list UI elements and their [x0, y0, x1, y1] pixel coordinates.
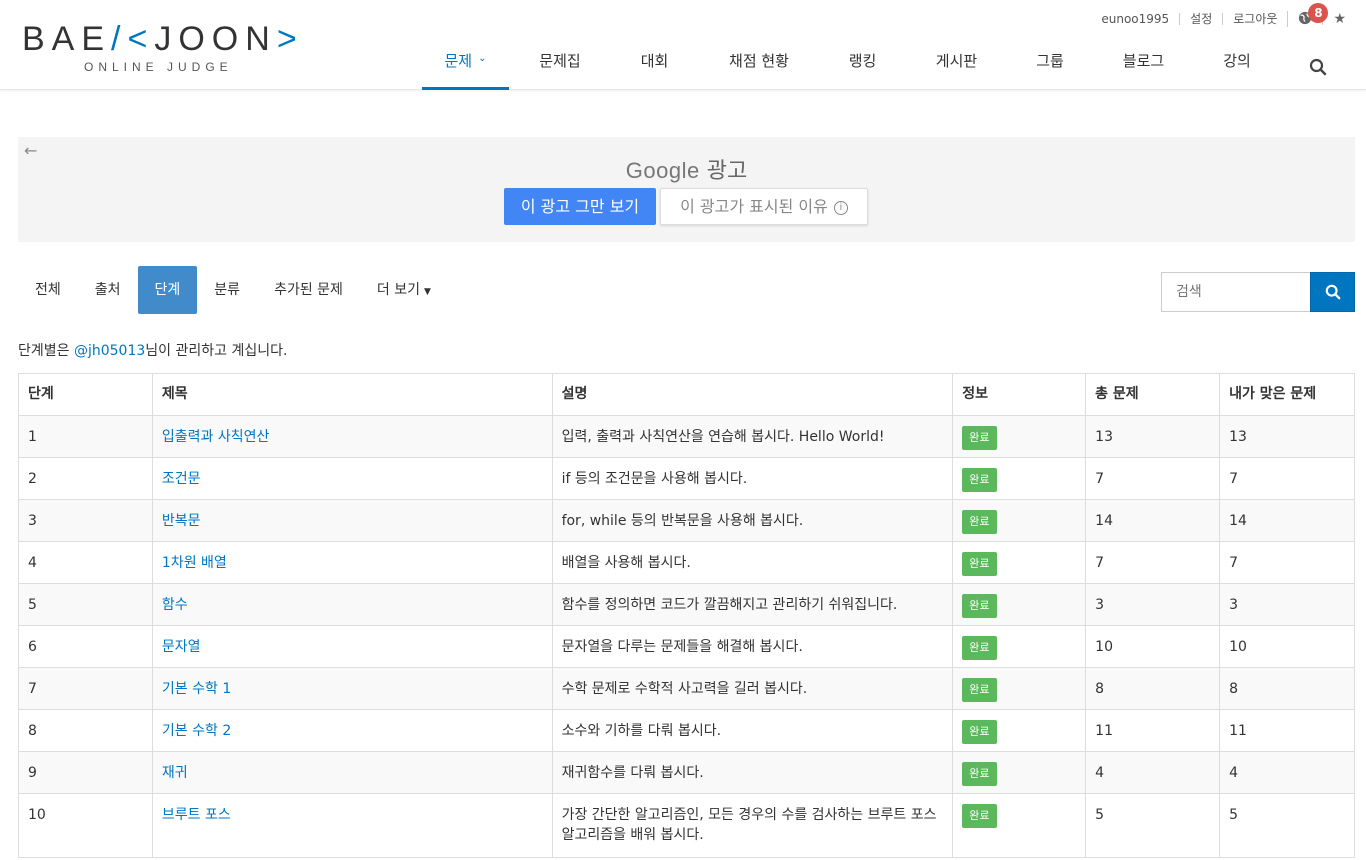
nav-ranking[interactable]: 랭킹 — [820, 50, 905, 90]
tab-category[interactable]: 분류 — [197, 266, 257, 314]
nav-problems[interactable]: 문제 ⌄ — [422, 50, 509, 90]
main-nav: 문제 ⌄ 문제집 대회 채점 현황 랭킹 게시판 그룹 블로그 강의 — [422, 50, 1279, 90]
table-row: 9 재귀 재귀함수를 다뤄 봅시다. 완료 4 4 — [18, 751, 1355, 794]
tab-step[interactable]: 단계 — [137, 266, 198, 314]
table-header-row: 단계 제목 설명 정보 총 문제 내가 맞은 문제 — [18, 373, 1355, 416]
step-title-link[interactable]: 1차원 배열 — [162, 555, 227, 571]
done-badge: 완료 — [962, 804, 997, 828]
step-title-link[interactable]: 브루트 포스 — [162, 807, 231, 823]
header-info: 정보 — [952, 373, 1087, 416]
search-icon[interactable] — [1309, 58, 1327, 76]
user-link[interactable]: eunoo1995 — [1091, 13, 1179, 25]
nav-lecture[interactable]: 강의 — [1195, 50, 1279, 90]
logo-subtitle: ONLINE JUDGE — [84, 60, 233, 74]
done-badge: 완료 — [962, 510, 997, 534]
chevron-down-icon: ⌄ — [478, 53, 487, 64]
nav-board[interactable]: 게시판 — [905, 50, 1008, 90]
header-total: 총 문제 — [1085, 373, 1221, 416]
tab-more[interactable]: 더 보기 ▼ — [360, 266, 448, 314]
site-logo[interactable]: BAE/<JOON> ONLINE JUDGE — [22, 22, 312, 74]
logo-wordmark: BAE/<JOON> — [22, 20, 304, 58]
nav-contest[interactable]: 대회 — [611, 50, 698, 90]
top-links: eunoo1995 설정 로그아웃 8 ★ — [1091, 3, 1356, 30]
tab-added[interactable]: 추가된 문제 — [257, 266, 360, 314]
table-row: 10 브루트 포스 가장 간단한 알고리즘인, 모든 경우의 수를 검사하는 브… — [18, 793, 1355, 858]
done-badge: 완료 — [962, 552, 997, 576]
search-input[interactable] — [1161, 272, 1311, 312]
done-badge: 완료 — [962, 594, 997, 618]
done-badge: 완료 — [962, 636, 997, 660]
table-row: 5 함수 함수를 정의하면 코드가 깔끔해지고 관리하기 쉬워집니다. 완료 3… — [18, 583, 1355, 626]
manager-handle-link[interactable]: @jh05013 — [74, 343, 145, 359]
search-button[interactable] — [1310, 272, 1355, 312]
nav-status[interactable]: 채점 현황 — [698, 50, 820, 90]
nav-blog[interactable]: 블로그 — [1092, 50, 1195, 90]
table-row: 4 1차원 배열 배열을 사용해 봅시다. 완료 7 7 — [18, 541, 1355, 584]
step-title-link[interactable]: 함수 — [162, 597, 188, 613]
step-title-link[interactable]: 입출력과 사칙연산 — [162, 429, 270, 445]
ad-banner: ← Google 광고 이 광고 그만 보기 이 광고가 표시된 이유 i — [18, 137, 1355, 242]
table-row: 1 입출력과 사칙연산 입력, 출력과 사칙연산을 연습해 봅시다. Hello… — [18, 415, 1355, 458]
tab-all[interactable]: 전체 — [18, 266, 78, 314]
header-step: 단계 — [18, 373, 153, 416]
header-solved: 내가 맞은 문제 — [1219, 373, 1355, 416]
nav-group[interactable]: 그룹 — [1008, 50, 1092, 90]
settings-link[interactable]: 설정 — [1179, 13, 1222, 25]
why-ad-button[interactable]: 이 광고가 표시된 이유 i — [660, 188, 868, 225]
table-row: 8 기본 수학 2 소수와 기하를 다뤄 봅시다. 완료 11 11 — [18, 709, 1355, 752]
done-badge: 완료 — [962, 720, 997, 744]
done-badge: 완료 — [962, 678, 997, 702]
notification-button[interactable]: 8 — [1287, 3, 1329, 27]
tab-source[interactable]: 출처 — [78, 266, 138, 314]
table-row: 6 문자열 문자열을 다루는 문제들을 해결해 봅시다. 완료 10 10 — [18, 625, 1355, 668]
search-icon — [1325, 284, 1340, 300]
header-title: 제목 — [151, 373, 553, 416]
done-badge: 완료 — [962, 762, 997, 786]
step-title-link[interactable]: 기본 수학 1 — [162, 681, 231, 697]
site-header: BAE/<JOON> ONLINE JUDGE eunoo1995 설정 로그아… — [0, 0, 1366, 90]
step-title-link[interactable]: 재귀 — [162, 765, 188, 781]
step-title-link[interactable]: 조건문 — [162, 471, 201, 487]
ad-title: Google 광고 — [625, 158, 748, 184]
nav-workbook[interactable]: 문제집 — [509, 50, 611, 90]
stop-ad-button[interactable]: 이 광고 그만 보기 — [504, 188, 656, 225]
step-title-link[interactable]: 문자열 — [162, 639, 201, 655]
step-title-link[interactable]: 반복문 — [162, 513, 201, 529]
done-badge: 완료 — [962, 426, 997, 450]
globe-icon: 8 — [1298, 3, 1329, 25]
info-icon: i — [833, 200, 848, 215]
done-badge: 완료 — [962, 468, 997, 492]
logout-link[interactable]: 로그아웃 — [1222, 13, 1287, 25]
table-row: 3 반복문 for, while 등의 반복문을 사용해 봅시다. 완료 14 … — [18, 499, 1355, 542]
table-row: 2 조건문 if 등의 조건문을 사용해 봅시다. 완료 7 7 — [18, 457, 1355, 500]
caret-down-icon: ▼ — [424, 287, 431, 297]
steps-table: 단계 제목 설명 정보 총 문제 내가 맞은 문제 1 입출력과 사칙연산 입력… — [18, 373, 1355, 858]
step-title-link[interactable]: 기본 수학 2 — [162, 723, 231, 739]
table-row: 7 기본 수학 1 수학 문제로 수학적 사고력을 길러 봅시다. 완료 8 8 — [18, 667, 1355, 710]
manager-note: 단계별은 @jh05013님이 관리하고 계십니다. — [18, 343, 288, 359]
problem-tabs: 전체 출처 단계 분류 추가된 문제 더 보기 ▼ — [18, 266, 448, 314]
header-desc: 설명 — [551, 373, 954, 416]
